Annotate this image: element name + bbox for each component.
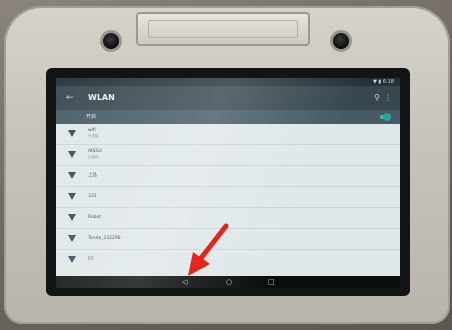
arrow-shaft [195,223,229,265]
arrow-head [188,252,210,276]
photo-background: ▼ ▮ 6:18 ← WLAN ⚲ ⋮ 开启 wifi 已连接 AtSG4 已保… [0,0,452,330]
red-annotation-arrow [188,223,229,276]
